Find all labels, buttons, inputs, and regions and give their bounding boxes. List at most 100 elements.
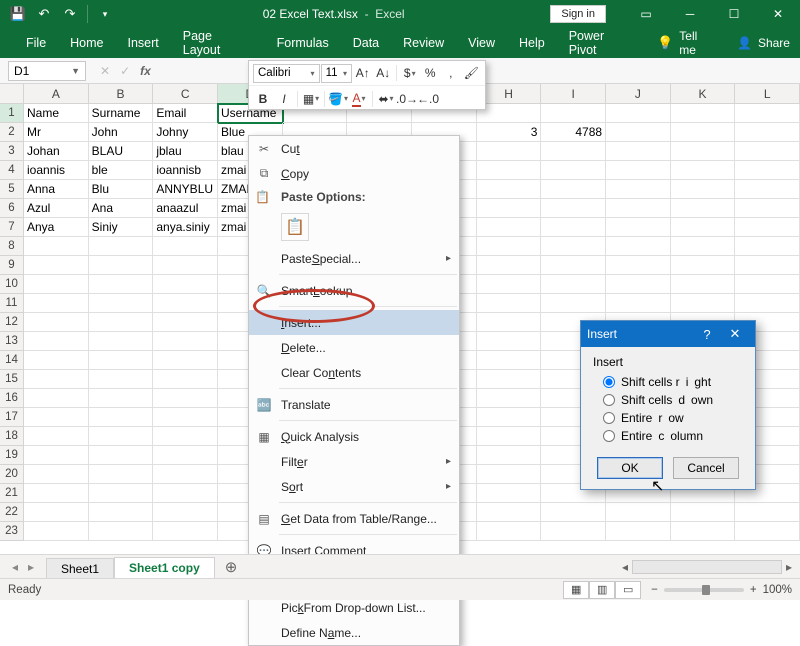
maximize-button[interactable]: ☐ (712, 0, 756, 28)
cell[interactable] (153, 370, 218, 389)
cell[interactable]: John (89, 123, 154, 142)
ctx-define-name[interactable]: Define Name... (249, 620, 459, 645)
cell[interactable]: Siniy (89, 218, 154, 237)
cell[interactable] (89, 503, 154, 522)
cell[interactable]: anaazul (153, 199, 218, 218)
cell[interactable] (735, 199, 800, 218)
ctx-paste-special[interactable]: Paste Special...▸ (249, 246, 459, 271)
cell[interactable] (153, 237, 218, 256)
cell[interactable] (89, 465, 154, 484)
cell[interactable] (153, 408, 218, 427)
cell[interactable]: Anya (24, 218, 89, 237)
increase-decimal-icon[interactable]: .0→ (397, 89, 417, 109)
cell[interactable] (606, 275, 671, 294)
sheet-tab-sheet1-copy[interactable]: Sheet1 copy (114, 557, 215, 580)
cell[interactable] (153, 275, 218, 294)
cell[interactable]: Johny (153, 123, 218, 142)
cell[interactable]: Mr (24, 123, 89, 142)
dialog-close-icon[interactable]: ✕ (721, 326, 749, 342)
cell[interactable] (89, 522, 154, 541)
accounting-format-icon[interactable]: $▾ (400, 63, 420, 83)
cell[interactable] (477, 351, 542, 370)
cell[interactable] (735, 104, 800, 123)
cell[interactable] (606, 123, 671, 142)
row-header[interactable]: 13 (0, 332, 24, 351)
cell[interactable] (477, 522, 542, 541)
row-header[interactable]: 6 (0, 199, 24, 218)
row-header[interactable]: 19 (0, 446, 24, 465)
cell[interactable] (153, 389, 218, 408)
row-header[interactable]: 16 (0, 389, 24, 408)
cell[interactable] (24, 427, 89, 446)
cell[interactable]: Azul (24, 199, 89, 218)
column-header-A[interactable]: A (24, 84, 89, 104)
ctx-smart-lookup[interactable]: 🔍Smart Lookup (249, 278, 459, 303)
cell[interactable] (477, 294, 542, 313)
view-page-layout-icon[interactable]: ▥ (589, 581, 615, 599)
cell[interactable] (477, 237, 542, 256)
ctx-copy[interactable]: ⧉Copy (249, 161, 459, 186)
qat-customize-icon[interactable]: ▾ (93, 3, 117, 25)
cell[interactable] (671, 161, 736, 180)
view-normal-icon[interactable]: ▦ (563, 581, 589, 599)
cell[interactable]: anya.siniy (153, 218, 218, 237)
ctx-clear-contents[interactable]: Clear Contents (249, 360, 459, 385)
cell[interactable] (735, 275, 800, 294)
cell[interactable] (541, 104, 606, 123)
cell[interactable] (89, 351, 154, 370)
format-painter-icon[interactable]: 🖌 (461, 63, 481, 83)
cell[interactable] (153, 522, 218, 541)
cell[interactable] (89, 427, 154, 446)
view-page-break-icon[interactable]: ▭ (615, 581, 641, 599)
border-icon[interactable]: ▦▾ (301, 89, 321, 109)
share-button[interactable]: 👤Share (727, 36, 800, 50)
cell[interactable]: BLAU (89, 142, 154, 161)
horizontal-scrollbar[interactable] (632, 560, 782, 574)
cell[interactable] (735, 161, 800, 180)
row-header[interactable]: 15 (0, 370, 24, 389)
cell[interactable] (24, 237, 89, 256)
cell[interactable] (153, 294, 218, 313)
cell[interactable] (24, 446, 89, 465)
row-header[interactable]: 2 (0, 123, 24, 142)
cell[interactable] (24, 484, 89, 503)
cell[interactable] (541, 218, 606, 237)
ctx-cut[interactable]: ✂Cut (249, 136, 459, 161)
name-box[interactable]: D1▼ (8, 61, 86, 81)
insert-function-icon[interactable]: fx (140, 64, 151, 78)
cell[interactable] (477, 161, 542, 180)
cell[interactable] (477, 484, 542, 503)
column-header-K[interactable]: K (671, 84, 736, 104)
cell[interactable] (24, 389, 89, 408)
percent-format-icon[interactable]: % (420, 63, 440, 83)
radio-shift-right[interactable]: Shift cells right (591, 373, 745, 391)
column-header-C[interactable]: C (153, 84, 218, 104)
cell[interactable] (24, 503, 89, 522)
cell[interactable] (24, 313, 89, 332)
cell[interactable] (477, 465, 542, 484)
cell[interactable] (541, 161, 606, 180)
close-button[interactable]: ✕ (756, 0, 800, 28)
cell[interactable] (541, 237, 606, 256)
cell[interactable] (671, 199, 736, 218)
ctx-delete[interactable]: Delete... (249, 335, 459, 360)
sign-in-button[interactable]: Sign in (550, 5, 606, 23)
cell[interactable] (477, 275, 542, 294)
cell[interactable] (671, 180, 736, 199)
cell[interactable] (735, 522, 800, 541)
cell[interactable] (671, 503, 736, 522)
cell[interactable] (24, 522, 89, 541)
cell[interactable] (671, 123, 736, 142)
cell[interactable] (541, 275, 606, 294)
ctx-sort[interactable]: Sort▸ (249, 474, 459, 499)
row-header[interactable]: 9 (0, 256, 24, 275)
cell[interactable]: ioannisb (153, 161, 218, 180)
cell[interactable] (477, 104, 542, 123)
column-header-B[interactable]: B (89, 84, 154, 104)
cell[interactable] (671, 104, 736, 123)
radio-entire-row[interactable]: Entire row (591, 409, 745, 427)
zoom-slider[interactable] (664, 588, 744, 592)
cell[interactable] (541, 142, 606, 161)
cell[interactable] (606, 161, 671, 180)
cell[interactable]: jblau (153, 142, 218, 161)
